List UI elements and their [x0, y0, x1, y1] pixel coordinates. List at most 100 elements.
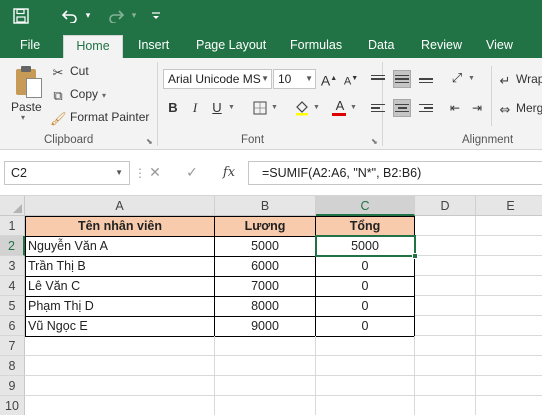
save-icon[interactable] — [10, 5, 32, 27]
name-cell[interactable]: Vũ Ngọc E — [26, 317, 215, 337]
align-center-icon[interactable] — [393, 99, 411, 117]
salary-cell[interactable]: 7000 — [215, 277, 316, 297]
salary-cell[interactable]: 6000 — [215, 257, 316, 277]
wrap-text-button[interactable]: ↵ Wrap — [498, 72, 542, 89]
fill-color-button[interactable] — [292, 98, 312, 118]
cell[interactable] — [415, 236, 476, 256]
tab-page-layout[interactable]: Page Layout — [196, 33, 266, 58]
align-left-icon[interactable] — [369, 99, 387, 117]
cell[interactable] — [25, 396, 215, 415]
cell[interactable] — [476, 376, 542, 396]
borders-button[interactable] — [250, 98, 270, 118]
row-header-3[interactable]: 3 — [0, 256, 25, 276]
cell[interactable] — [476, 396, 542, 415]
tab-file[interactable]: File — [20, 33, 40, 58]
tab-review[interactable]: Review — [421, 33, 462, 58]
underline-dropdown-icon[interactable]: ▼ — [228, 104, 235, 111]
cell[interactable] — [476, 356, 542, 376]
cell[interactable] — [476, 216, 542, 236]
redo-dropdown-icon[interactable]: ▾ — [128, 5, 140, 27]
header-cell-salary[interactable]: Lương — [215, 217, 316, 237]
align-top-icon[interactable] — [369, 70, 387, 88]
undo-icon[interactable] — [58, 5, 82, 27]
row-header-7[interactable]: 7 — [0, 336, 25, 356]
column-header-d[interactable]: D — [415, 196, 476, 216]
cell[interactable] — [415, 216, 476, 236]
insert-function-icon[interactable]: fx — [218, 161, 240, 185]
select-all-button[interactable] — [0, 196, 25, 216]
column-header-c[interactable]: C — [316, 196, 415, 216]
format-painter-button[interactable]: 🖌 Format Painter — [50, 110, 149, 127]
customize-qat-icon[interactable] — [148, 5, 164, 27]
fill-color-dropdown-icon[interactable]: ▼ — [313, 104, 320, 111]
cell[interactable] — [316, 356, 415, 376]
row-header-1[interactable]: 1 — [0, 216, 25, 236]
row-header-6[interactable]: 6 — [0, 316, 25, 336]
name-cell[interactable]: Nguyễn Văn A — [26, 237, 215, 257]
borders-dropdown-icon[interactable]: ▼ — [271, 104, 278, 111]
total-cell[interactable]: 0 — [316, 317, 415, 337]
underline-button[interactable]: U — [207, 98, 227, 118]
cell[interactable] — [316, 396, 415, 415]
cell[interactable] — [215, 336, 316, 356]
column-header-a[interactable]: A — [25, 196, 215, 216]
column-header-e[interactable]: E — [476, 196, 542, 216]
tab-home[interactable]: Home — [63, 35, 123, 58]
copy-button[interactable]: ⧉ Copy ▾ — [50, 87, 106, 104]
italic-button[interactable]: I — [185, 98, 205, 118]
name-cell[interactable]: Lê Văn C — [26, 277, 215, 297]
cell[interactable] — [476, 316, 542, 336]
row-header-9[interactable]: 9 — [0, 376, 25, 396]
merge-center-button[interactable]: ⇔ Merg — [498, 101, 542, 118]
tab-data[interactable]: Data — [368, 33, 394, 58]
row-header-2[interactable]: 2 — [0, 236, 25, 256]
bold-button[interactable]: B — [163, 98, 183, 118]
font-size-select[interactable]: 10 ▼ — [273, 69, 316, 89]
column-header-b[interactable]: B — [215, 196, 316, 216]
align-middle-icon[interactable] — [393, 70, 411, 88]
cell[interactable] — [25, 376, 215, 396]
row-header-4[interactable]: 4 — [0, 276, 25, 296]
paste-button[interactable]: Paste ▾ — [4, 60, 44, 122]
cell[interactable] — [316, 336, 415, 356]
orientation-dropdown-icon[interactable]: ▼ — [468, 75, 475, 82]
cell[interactable] — [476, 296, 542, 316]
header-cell-total[interactable]: Tổng — [316, 217, 415, 237]
salary-cell[interactable]: 5000 — [215, 237, 316, 257]
tab-insert[interactable]: Insert — [138, 33, 169, 58]
cell[interactable] — [415, 356, 476, 376]
cell[interactable] — [415, 276, 476, 296]
header-cell-name[interactable]: Tên nhân viên — [26, 217, 215, 237]
cell[interactable] — [215, 376, 316, 396]
row-header-10[interactable]: 10 — [0, 396, 25, 415]
cell[interactable] — [476, 276, 542, 296]
cell[interactable] — [415, 376, 476, 396]
active-cell-selection[interactable] — [315, 235, 416, 257]
clipboard-launcher-icon[interactable]: ⬊ — [146, 137, 153, 146]
align-bottom-icon[interactable] — [417, 70, 435, 88]
total-cell[interactable]: 0 — [316, 257, 415, 277]
cut-button[interactable]: ✂ Cut — [50, 64, 89, 81]
cell[interactable] — [415, 336, 476, 356]
worksheet-grid[interactable]: A B C D E 1 2 3 4 5 6 7 8 9 10 Tên nhân … — [0, 196, 542, 415]
salary-cell[interactable]: 9000 — [215, 317, 316, 337]
font-color-dropdown-icon[interactable]: ▼ — [350, 104, 357, 111]
total-cell[interactable]: 0 — [316, 277, 415, 297]
grow-font-button[interactable]: A▲ — [319, 69, 339, 89]
shrink-font-button[interactable]: A▼ — [341, 69, 361, 89]
fill-handle[interactable] — [412, 253, 418, 259]
cancel-icon[interactable]: ✕ — [144, 161, 166, 185]
cell[interactable] — [415, 396, 476, 415]
align-right-icon[interactable] — [417, 99, 435, 117]
undo-dropdown-icon[interactable]: ▾ — [82, 5, 94, 27]
salary-cell[interactable]: 8000 — [215, 297, 316, 317]
name-cell[interactable]: Phạm Thị D — [26, 297, 215, 317]
cell[interactable] — [476, 256, 542, 276]
cell[interactable] — [25, 336, 215, 356]
orientation-button[interactable]: ⤢ — [447, 69, 467, 89]
font-name-select[interactable]: Arial Unicode MS ▼ — [163, 69, 272, 89]
name-box[interactable]: C2 ▼ — [4, 161, 130, 185]
row-header-8[interactable]: 8 — [0, 356, 25, 376]
increase-indent-button[interactable]: ⇥ — [467, 98, 487, 118]
cell[interactable] — [215, 356, 316, 376]
